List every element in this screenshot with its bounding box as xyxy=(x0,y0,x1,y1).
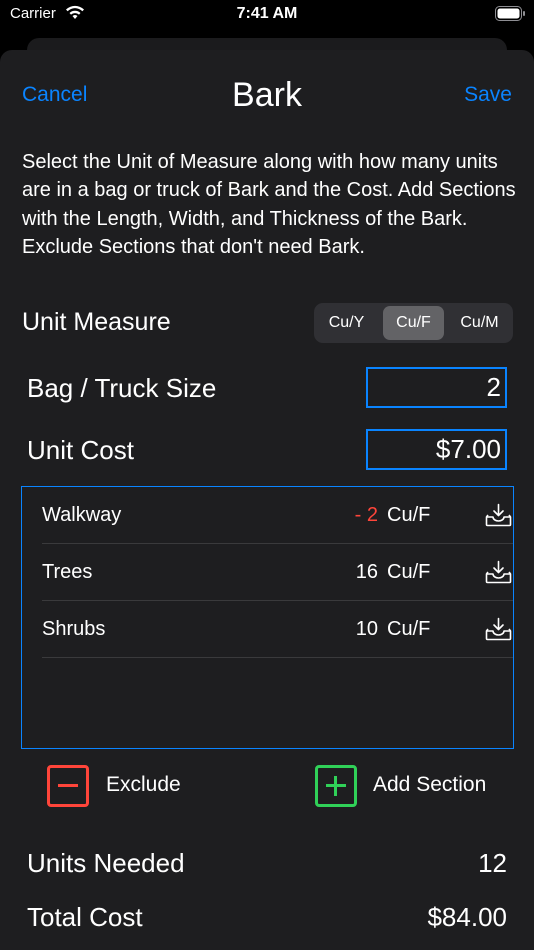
instructions-text: Select the Unit of Measure along with ho… xyxy=(22,151,516,258)
unit-cost-input[interactable]: $7.00 xyxy=(366,429,507,470)
unit-measure-segmented-control[interactable]: Cu/Y Cu/F Cu/M xyxy=(314,303,513,343)
units-needed-label: Units Needed xyxy=(27,848,185,878)
segment-cu-m[interactable]: Cu/M xyxy=(449,306,510,340)
section-unit: Cu/F xyxy=(387,618,431,640)
section-row-trees[interactable]: Trees 16 Cu/F xyxy=(42,544,513,601)
section-row-walkway[interactable]: Walkway - 2 Cu/F xyxy=(42,487,513,544)
section-row-shrubs[interactable]: Shrubs 10 Cu/F xyxy=(42,601,513,658)
status-time: 7:41 AM xyxy=(236,5,298,22)
exclude-button[interactable]: Exclude xyxy=(106,773,181,797)
tray-download-icon[interactable] xyxy=(485,560,512,584)
battery-icon xyxy=(495,6,525,21)
total-cost-value: $84.00 xyxy=(427,902,507,932)
status-bar: Carrier 7:41 AM xyxy=(0,0,534,30)
section-name: Trees xyxy=(42,561,93,583)
units-needed-value: 12 xyxy=(478,848,507,878)
unit-measure-label: Unit Measure xyxy=(22,308,171,336)
section-quantity: 16 xyxy=(355,561,378,583)
tray-download-icon[interactable] xyxy=(485,617,512,641)
unit-cost-label: Unit Cost xyxy=(27,435,134,465)
section-quantity: 10 xyxy=(355,618,378,640)
page-title: Bark xyxy=(232,76,302,114)
bag-truck-size-input[interactable]: 2 xyxy=(366,367,507,408)
minus-square-icon[interactable] xyxy=(47,765,89,807)
sections-list[interactable]: Walkway - 2 Cu/F Trees 16 Cu/F Shrubs 10… xyxy=(21,486,514,749)
save-button[interactable]: Save xyxy=(464,83,512,107)
section-name: Shrubs xyxy=(42,618,106,640)
section-quantity: - 2 xyxy=(354,504,378,526)
section-unit: Cu/F xyxy=(387,561,431,583)
tray-download-icon[interactable] xyxy=(485,503,512,527)
total-cost-label: Total Cost xyxy=(27,902,143,932)
segment-cu-f[interactable]: Cu/F xyxy=(383,306,444,340)
add-section-button[interactable]: Add Section xyxy=(373,773,486,797)
plus-square-icon[interactable] xyxy=(315,765,357,807)
section-unit: Cu/F xyxy=(387,504,431,526)
bag-truck-size-label: Bag / Truck Size xyxy=(27,373,217,403)
segment-cu-y[interactable]: Cu/Y xyxy=(316,306,377,340)
section-name: Walkway xyxy=(42,504,122,526)
